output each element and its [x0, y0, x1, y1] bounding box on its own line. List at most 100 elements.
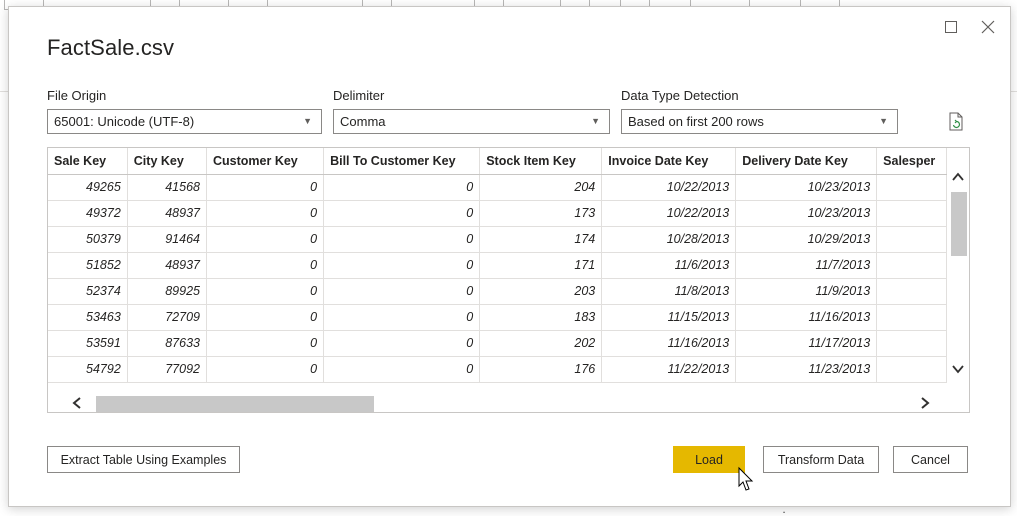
column-header[interactable]: Bill To Customer Key [323, 148, 481, 175]
vertical-scrollbar[interactable] [947, 148, 969, 392]
table-cell: 0 [323, 330, 481, 357]
close-button[interactable] [974, 15, 1002, 39]
mouse-cursor-icon [738, 466, 754, 491]
table-cell: 0 [206, 226, 325, 253]
dialog-title: FactSale.csv [47, 35, 175, 60]
table-cell: 11/6/2013 [601, 252, 737, 279]
preview-grid: Sale Key City Key Customer Key Bill To C… [48, 148, 947, 392]
table-cell [876, 356, 947, 383]
delimiter-value: Comma [340, 114, 386, 129]
table-cell: 0 [323, 356, 481, 383]
table-cell [876, 174, 947, 201]
table-cell: 10/23/2013 [735, 174, 878, 201]
chevron-down-icon[interactable] [951, 362, 965, 376]
file-origin-select[interactable]: 65001: Unicode (UTF-8) ▼ [47, 109, 322, 134]
delimiter-select[interactable]: Comma ▼ [333, 109, 610, 134]
table-cell: 10/29/2013 [735, 226, 878, 253]
chevron-down-icon: ▼ [303, 116, 312, 126]
table-cell: 10/28/2013 [601, 226, 737, 253]
import-csv-dialog: FactSale.csv File Origin 65001: Unicode … [8, 6, 1011, 507]
preview-table: Sale Key City Key Customer Key Bill To C… [48, 148, 947, 383]
table-cell: 0 [206, 330, 325, 357]
table-cell: 49265 [48, 174, 128, 201]
table-cell: 0 [206, 278, 325, 305]
table-cell: 52374 [48, 278, 128, 305]
table-cell: 10/22/2013 [601, 200, 737, 227]
table-cell: 204 [479, 174, 603, 201]
table-cell: 174 [479, 226, 603, 253]
table-cell: 0 [206, 356, 325, 383]
table-cell [876, 278, 947, 305]
chevron-right-icon[interactable] [918, 396, 932, 410]
data-type-detection-select[interactable]: Based on first 200 rows ▼ [621, 109, 898, 134]
table-cell: 11/23/2013 [735, 356, 878, 383]
table-cell: 11/7/2013 [735, 252, 878, 279]
table-cell: 77092 [127, 356, 208, 383]
table-cell: 0 [206, 304, 325, 331]
cancel-button[interactable]: Cancel [893, 446, 968, 473]
table-row: 49265 41568 0 0 204 10/22/2013 10/23/201… [48, 174, 947, 201]
table-cell: 0 [323, 200, 481, 227]
table-cell [876, 226, 947, 253]
table-cell: 53591 [48, 330, 128, 357]
table-cell: 0 [323, 226, 481, 253]
table-row: 49372 48937 0 0 173 10/22/2013 10/23/201… [48, 200, 947, 227]
table-cell: 0 [206, 200, 325, 227]
column-header[interactable]: Stock Item Key [479, 148, 603, 175]
table-cell: 11/16/2013 [601, 330, 737, 357]
table-row: 52374 89925 0 0 203 11/8/2013 11/9/2013 [48, 278, 947, 305]
chevron-left-icon[interactable] [70, 396, 84, 410]
horizontal-scroll-thumb[interactable] [96, 396, 374, 412]
table-row: 51852 48937 0 0 171 11/6/2013 11/7/2013 [48, 252, 947, 279]
table-cell: 48937 [127, 252, 208, 279]
maximize-icon [945, 21, 957, 33]
refresh-preview-icon [949, 112, 963, 131]
table-cell: 11/15/2013 [601, 304, 737, 331]
table-cell: 54792 [48, 356, 128, 383]
table-cell: 173 [479, 200, 603, 227]
file-origin-label: File Origin [47, 88, 107, 103]
table-cell: 11/22/2013 [601, 356, 737, 383]
table-cell: 11/16/2013 [735, 304, 878, 331]
column-header[interactable]: Delivery Date Key [735, 148, 878, 175]
chevron-up-icon[interactable] [951, 170, 965, 184]
table-cell: 91464 [127, 226, 208, 253]
table-row: 53463 72709 0 0 183 11/15/2013 11/16/201… [48, 304, 947, 331]
column-header[interactable]: City Key [127, 148, 208, 175]
column-header[interactable]: Invoice Date Key [601, 148, 737, 175]
chevron-down-icon: ▼ [591, 116, 600, 126]
table-cell: 10/22/2013 [601, 174, 737, 201]
refresh-preview-button[interactable] [945, 111, 967, 133]
close-icon [981, 20, 995, 34]
table-cell: 0 [323, 304, 481, 331]
table-cell: 176 [479, 356, 603, 383]
delimiter-label: Delimiter [333, 88, 385, 103]
table-cell: 171 [479, 252, 603, 279]
table-cell [876, 252, 947, 279]
horizontal-scrollbar[interactable] [48, 392, 969, 412]
table-cell: 0 [206, 174, 325, 201]
data-type-detection-value: Based on first 200 rows [628, 114, 764, 129]
column-header[interactable]: Customer Key [206, 148, 325, 175]
table-row: 53591 87633 0 0 202 11/16/2013 11/17/201… [48, 330, 947, 357]
data-type-detection-label: Data Type Detection [621, 88, 739, 103]
table-cell: 72709 [127, 304, 208, 331]
extract-table-button[interactable]: Extract Table Using Examples [47, 446, 240, 473]
column-header[interactable]: Sale Key [48, 148, 128, 175]
transform-data-button[interactable]: Transform Data [763, 446, 879, 473]
table-row: 54792 77092 0 0 176 11/22/2013 11/23/201… [48, 356, 947, 383]
table-cell: 89925 [127, 278, 208, 305]
table-cell: 183 [479, 304, 603, 331]
chevron-down-icon: ▼ [879, 116, 888, 126]
table-cell: 10/23/2013 [735, 200, 878, 227]
table-row: 50379 91464 0 0 174 10/28/2013 10/29/201… [48, 226, 947, 253]
table-cell: 51852 [48, 252, 128, 279]
vertical-scroll-thumb[interactable] [951, 192, 967, 256]
column-header[interactable]: Salesper [876, 148, 947, 175]
table-cell [876, 304, 947, 331]
maximize-button[interactable] [937, 15, 965, 39]
data-preview: Sale Key City Key Customer Key Bill To C… [47, 147, 970, 413]
table-cell: 87633 [127, 330, 208, 357]
table-cell: 202 [479, 330, 603, 357]
table-cell: 0 [323, 174, 481, 201]
